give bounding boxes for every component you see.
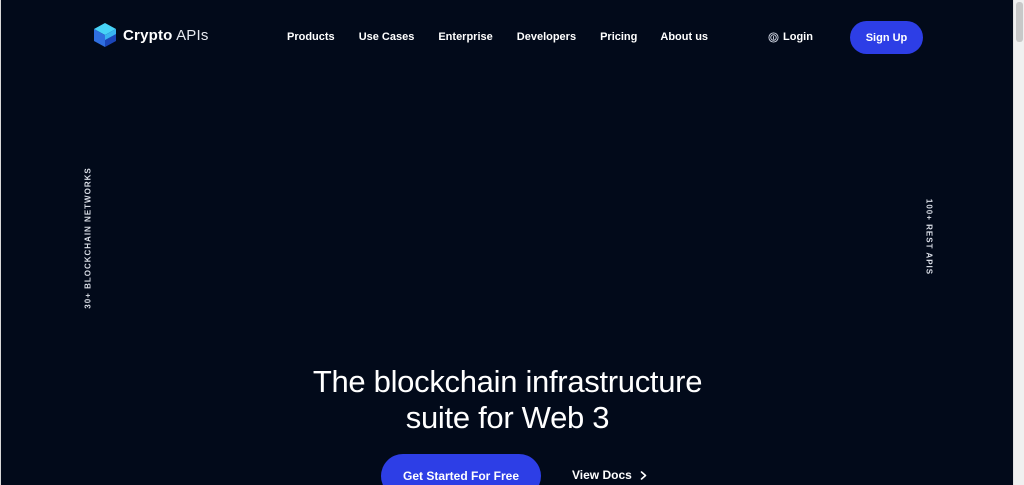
- main-nav: Products Use Cases Enterprise Developers…: [287, 31, 708, 43]
- fingerprint-icon: [768, 31, 779, 43]
- chevron-right-icon: [640, 470, 647, 480]
- login-label: Login: [783, 31, 813, 43]
- brand-logo[interactable]: Crypto APIs: [93, 22, 209, 48]
- cube-logo-icon: [94, 23, 116, 47]
- get-started-button[interactable]: Get Started For Free: [381, 454, 541, 485]
- vertical-scrollbar[interactable]: [1013, 0, 1024, 485]
- brand-name: Crypto APIs: [123, 27, 209, 44]
- nav-item-about-us[interactable]: About us: [660, 31, 708, 43]
- networks-side-label: 30+ BLOCKCHAIN NETWORKS: [83, 167, 93, 309]
- nav-item-products[interactable]: Products: [287, 31, 335, 43]
- brand-name-bold: Crypto: [123, 26, 173, 44]
- nav-item-pricing[interactable]: Pricing: [600, 31, 637, 43]
- sign-up-button[interactable]: Sign Up: [850, 21, 923, 54]
- site-header: Crypto APIs Products Use Cases Enterpris…: [1, 0, 1014, 76]
- nav-item-enterprise[interactable]: Enterprise: [438, 31, 492, 43]
- view-docs-label: View Docs: [572, 468, 632, 482]
- rest-apis-side-label: 100+ REST APIS: [924, 198, 934, 276]
- hero-title-line-1: The blockchain infrastructure: [312, 364, 703, 399]
- nav-item-use-cases[interactable]: Use Cases: [359, 31, 415, 43]
- login-link[interactable]: Login: [768, 31, 813, 43]
- brand-name-light: APIs: [176, 26, 209, 44]
- view-docs-link[interactable]: View Docs: [572, 468, 647, 482]
- scrollbar-thumb[interactable]: [1016, 2, 1023, 42]
- hero-title-line-2: suite for Web 3: [405, 400, 610, 435]
- page-viewport: Crypto APIs Products Use Cases Enterpris…: [0, 0, 1014, 485]
- hero-title: The blockchain infrastructure suite for …: [201, 364, 814, 436]
- nav-item-developers[interactable]: Developers: [517, 31, 576, 43]
